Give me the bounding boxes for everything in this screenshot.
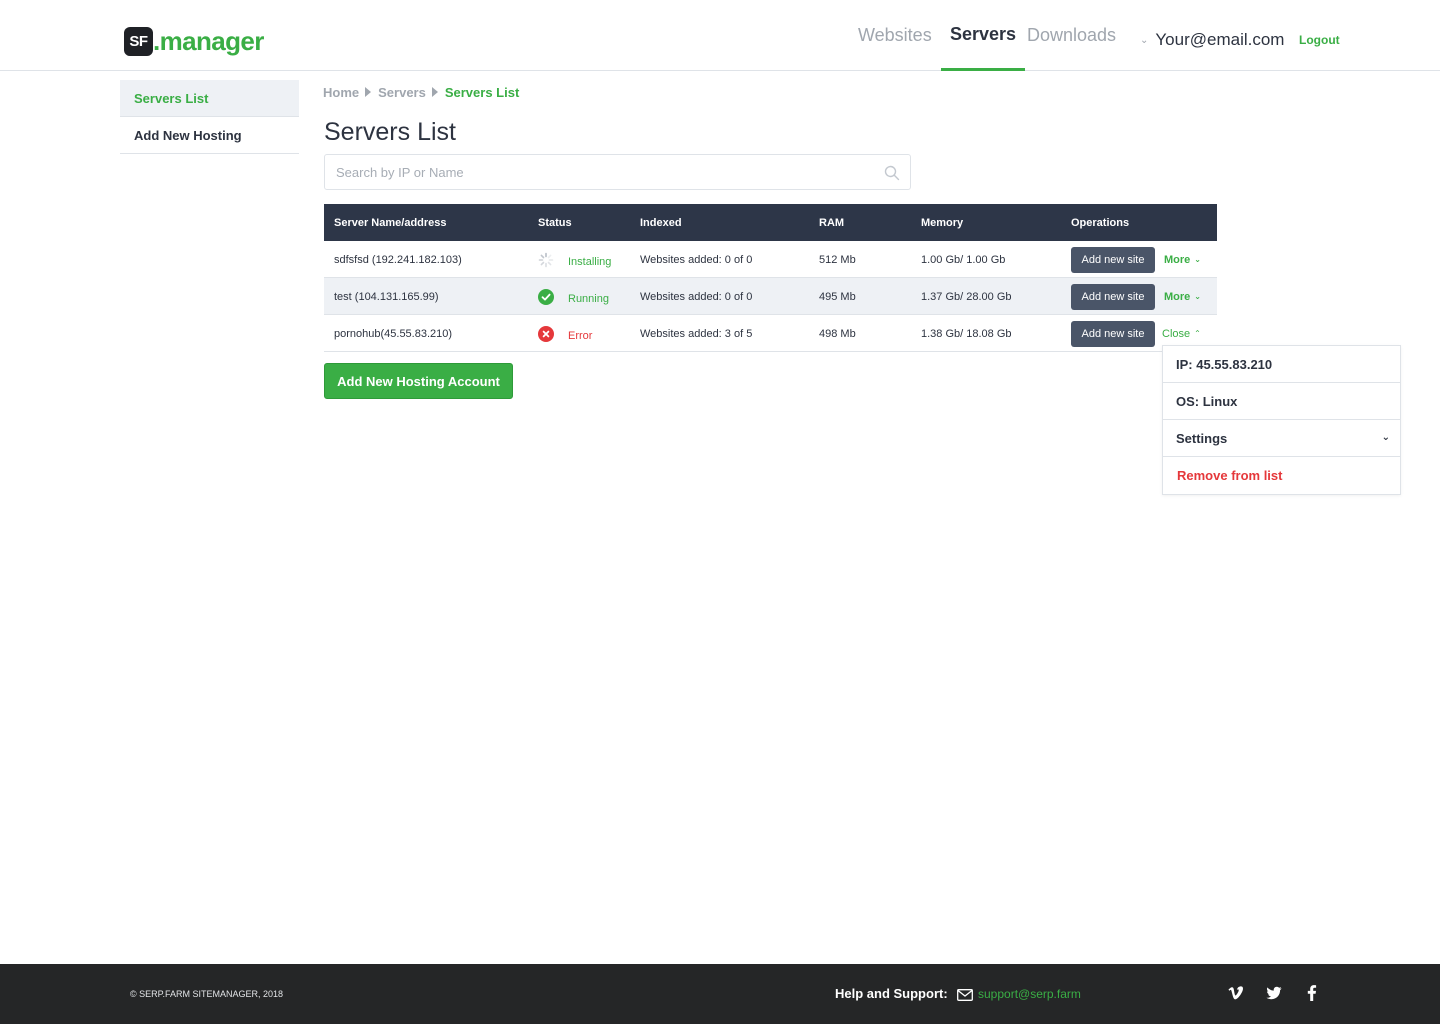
server-name: sdfsfsd (192.241.182.103) xyxy=(334,253,462,266)
column-header-name: Server Name/address xyxy=(334,216,447,229)
column-header-status: Status xyxy=(538,216,572,229)
status-text: Running xyxy=(568,292,609,305)
page-title: Servers List xyxy=(324,118,456,146)
more-label: More xyxy=(1164,253,1191,266)
indexed-value: Websites added: 3 of 5 xyxy=(640,327,753,340)
more-toggle[interactable]: More ⌄ xyxy=(1164,291,1201,303)
sidebar-item-servers-list[interactable]: Servers List xyxy=(120,80,299,117)
error-circle-icon xyxy=(538,325,554,342)
memory-value: 1.38 Gb/ 18.08 Gb xyxy=(921,327,1012,340)
close-toggle[interactable]: Close ⌃ xyxy=(1162,328,1201,340)
breadcrumb-separator-icon xyxy=(365,87,372,97)
sidebar-item-add-new-hosting[interactable]: Add New Hosting xyxy=(120,117,299,154)
ram-value: 495 Mb xyxy=(819,290,856,303)
twitter-icon[interactable] xyxy=(1265,984,1283,1002)
nav-websites[interactable]: Websites xyxy=(858,0,932,71)
more-toggle[interactable]: More ⌄ xyxy=(1164,254,1201,266)
logout-link[interactable]: Logout xyxy=(1299,33,1340,47)
operations-cell: Add new site More ⌄ xyxy=(1071,241,1201,278)
table-header: Server Name/address Status Indexed RAM M… xyxy=(324,204,1217,241)
vimeo-icon[interactable] xyxy=(1227,984,1245,1002)
ram-value: 512 Mb xyxy=(819,253,856,266)
column-header-indexed: Indexed xyxy=(640,216,682,229)
settings-menu-item[interactable]: Settings ⌄ xyxy=(1163,420,1400,457)
top-header: SF .manager Websites Servers Downloads ⌄… xyxy=(0,0,1440,71)
logo-text: .manager xyxy=(153,25,264,56)
servers-table: Server Name/address Status Indexed RAM M… xyxy=(324,204,1217,352)
footer: © SERP.FARM SITEMANAGER, 2018 Help and S… xyxy=(0,964,1440,1024)
sidebar: Servers List Add New Hosting xyxy=(120,80,299,154)
breadcrumb-current: Servers List xyxy=(444,84,520,100)
breadcrumb-servers[interactable]: Servers xyxy=(378,85,426,100)
app-logo[interactable]: SF .manager xyxy=(124,25,264,57)
nav-servers[interactable]: Servers xyxy=(941,0,1026,71)
chevron-down-icon: ⌄ xyxy=(1140,34,1149,46)
search-input[interactable] xyxy=(325,155,910,189)
indexed-value: Websites added: 0 of 0 xyxy=(640,253,753,266)
server-name: test (104.131.165.99) xyxy=(334,290,439,303)
server-details-dropdown: IP: 45.55.83.210 OS: Linux Settings ⌄ Re… xyxy=(1162,345,1401,495)
nav-downloads[interactable]: Downloads xyxy=(1027,0,1116,71)
close-label: Close xyxy=(1162,327,1191,340)
table-row: pornohub(45.55.83.210) Error Websites ad… xyxy=(324,315,1217,352)
copyright: © SERP.FARM SITEMANAGER, 2018 xyxy=(130,989,284,999)
help-label: Help and Support: xyxy=(835,986,948,1001)
status-cell: Error xyxy=(538,315,592,352)
column-header-ram: RAM xyxy=(819,216,845,229)
status-text: Installing xyxy=(568,255,612,268)
chevron-up-icon: ⌃ xyxy=(1194,329,1201,338)
server-os: OS: Linux xyxy=(1163,383,1400,420)
status-cell: Running xyxy=(538,278,609,315)
add-hosting-account-button[interactable]: Add New Hosting Account xyxy=(324,363,513,399)
settings-label: Settings xyxy=(1176,430,1228,446)
check-circle-icon xyxy=(538,288,554,305)
table-row: sdfsfsd (192.241.182.103) Installing Web… xyxy=(324,241,1217,278)
search-icon[interactable] xyxy=(884,165,900,181)
add-new-site-button[interactable]: Add new site xyxy=(1071,246,1155,273)
chevron-down-icon: ⌄ xyxy=(1194,255,1201,264)
more-label: More xyxy=(1164,290,1191,303)
remove-from-list-button[interactable]: Remove from list xyxy=(1163,457,1400,494)
mail-icon xyxy=(957,989,973,1001)
status-text: Error xyxy=(568,329,593,342)
memory-value: 1.37 Gb/ 28.00 Gb xyxy=(921,290,1012,303)
breadcrumb-separator-icon xyxy=(431,87,438,97)
indexed-value: Websites added: 0 of 0 xyxy=(640,290,753,303)
search-box xyxy=(324,154,911,190)
memory-value: 1.00 Gb/ 1.00 Gb xyxy=(921,253,1006,266)
column-header-operations: Operations xyxy=(1071,216,1130,229)
server-ip: IP: 45.55.83.210 xyxy=(1163,346,1400,383)
user-menu[interactable]: ⌄ Your@email.com xyxy=(1140,0,1284,80)
breadcrumb: Home Servers Servers List xyxy=(323,84,519,100)
server-name: pornohub(45.55.83.210) xyxy=(334,327,453,340)
support-email-link[interactable]: support@serp.farm xyxy=(978,987,1081,1001)
column-header-memory: Memory xyxy=(921,216,964,229)
user-email: Your@email.com xyxy=(1155,30,1285,49)
loading-spinner-icon xyxy=(538,252,554,267)
logo-badge: SF xyxy=(124,26,153,56)
status-cell: Installing xyxy=(538,241,611,278)
table-row: test (104.131.165.99) Running Websites a… xyxy=(324,278,1217,315)
breadcrumb-home[interactable]: Home xyxy=(323,85,359,100)
facebook-icon[interactable] xyxy=(1303,984,1321,1002)
add-new-site-button[interactable]: Add new site xyxy=(1071,320,1155,347)
operations-cell: Add new site More ⌄ xyxy=(1071,278,1201,315)
chevron-down-icon: ⌄ xyxy=(1194,292,1201,301)
add-new-site-button[interactable]: Add new site xyxy=(1071,283,1155,310)
ram-value: 498 Mb xyxy=(819,327,856,340)
chevron-down-icon: ⌄ xyxy=(1381,432,1390,443)
